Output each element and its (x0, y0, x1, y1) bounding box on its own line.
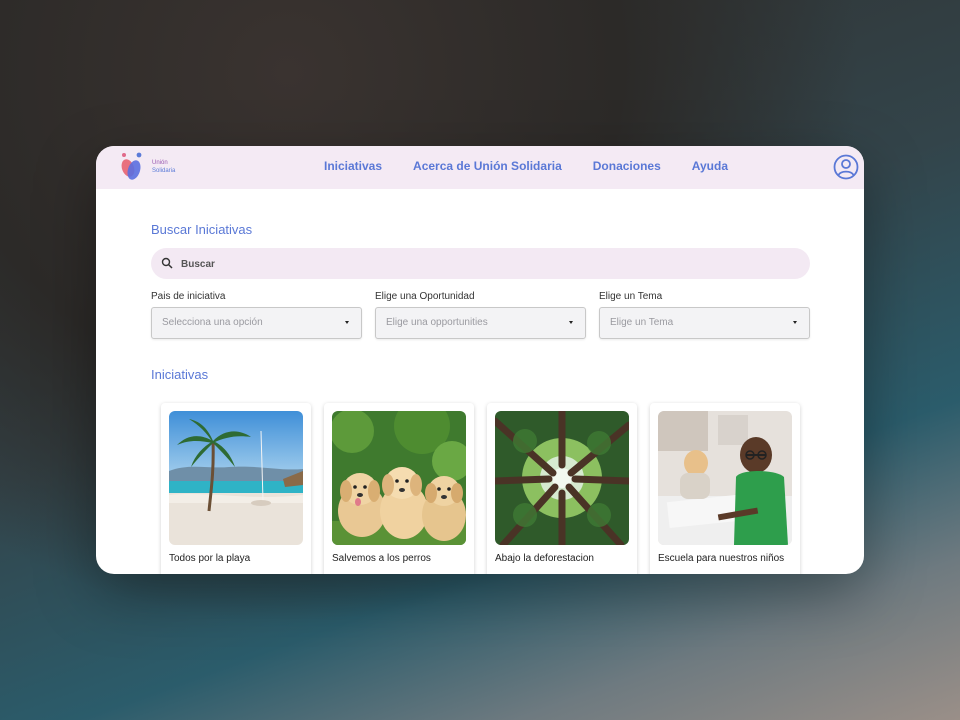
filter-oportunidad-placeholder: Elige una opportunities (386, 317, 488, 328)
top-nav: Unión Solidaria Iniciativas Acerca de Un… (96, 146, 864, 189)
filter-tema-placeholder: Elige un Tema (610, 317, 674, 328)
initiative-card[interactable]: Todos por la playa (161, 403, 311, 574)
nav-links: Iniciativas Acerca de Unión Solidaria Do… (324, 159, 728, 173)
card-title: Salvemos a los perros (332, 553, 431, 564)
nav-link-donaciones[interactable]: Donaciones (593, 159, 661, 173)
filter-pais-label: Pais de iniciativa (151, 291, 226, 302)
initiatives-section-title: Iniciativas (151, 367, 209, 382)
brand-logo[interactable]: Unión Solidaria (118, 152, 198, 182)
caret-down-icon (569, 321, 573, 324)
search-bar[interactable] (151, 248, 810, 279)
logo-icon (121, 152, 142, 180)
caret-down-icon (793, 321, 797, 324)
filter-pais: Pais de iniciativa Selecciona una opción (151, 291, 362, 339)
search-section-title: Buscar Iniciativas (151, 222, 253, 237)
card-title: Abajo la deforestacion (495, 553, 594, 564)
card-image-forest (495, 411, 629, 545)
user-profile-icon[interactable] (833, 154, 859, 180)
filter-pais-placeholder: Selecciona una opción (162, 317, 263, 328)
initiative-card[interactable]: Escuela para nuestros niños (650, 403, 800, 574)
card-title: Todos por la playa (169, 553, 251, 564)
filter-oportunidad: Elige una Oportunidad Elige una opportun… (375, 291, 586, 339)
app-window: Unión Solidaria Iniciativas Acerca de Un… (96, 146, 864, 574)
initiative-card[interactable]: Abajo la deforestacion (487, 403, 637, 574)
initiative-card[interactable]: Salvemos a los perros (324, 403, 474, 574)
search-icon (161, 257, 173, 269)
filter-tema-label: Elige un Tema (599, 291, 663, 302)
filter-oportunidad-label: Elige una Oportunidad (375, 291, 475, 302)
brand-line2: Solidaria (152, 168, 176, 174)
caret-down-icon (345, 321, 349, 324)
filter-tema-select[interactable]: Elige un Tema (599, 307, 810, 339)
brand-name: Unión Solidaria (152, 159, 175, 175)
filter-tema: Elige un Tema Elige un Tema (599, 291, 810, 339)
search-input[interactable] (179, 254, 783, 275)
card-image-puppies (332, 411, 466, 545)
nav-link-iniciativas[interactable]: Iniciativas (324, 159, 382, 173)
card-image-beach (169, 411, 303, 545)
main-content: Buscar Iniciativas Pais de iniciativa Se… (96, 189, 864, 574)
filter-oportunidad-select[interactable]: Elige una opportunities (375, 307, 586, 339)
card-image-school (658, 411, 792, 545)
brand-line1: Unión (152, 160, 168, 166)
nav-link-ayuda[interactable]: Ayuda (692, 159, 728, 173)
card-title: Escuela para nuestros niños (658, 553, 785, 564)
nav-link-acerca[interactable]: Acerca de Unión Solidaria (413, 159, 562, 173)
filter-pais-select[interactable]: Selecciona una opción (151, 307, 362, 339)
